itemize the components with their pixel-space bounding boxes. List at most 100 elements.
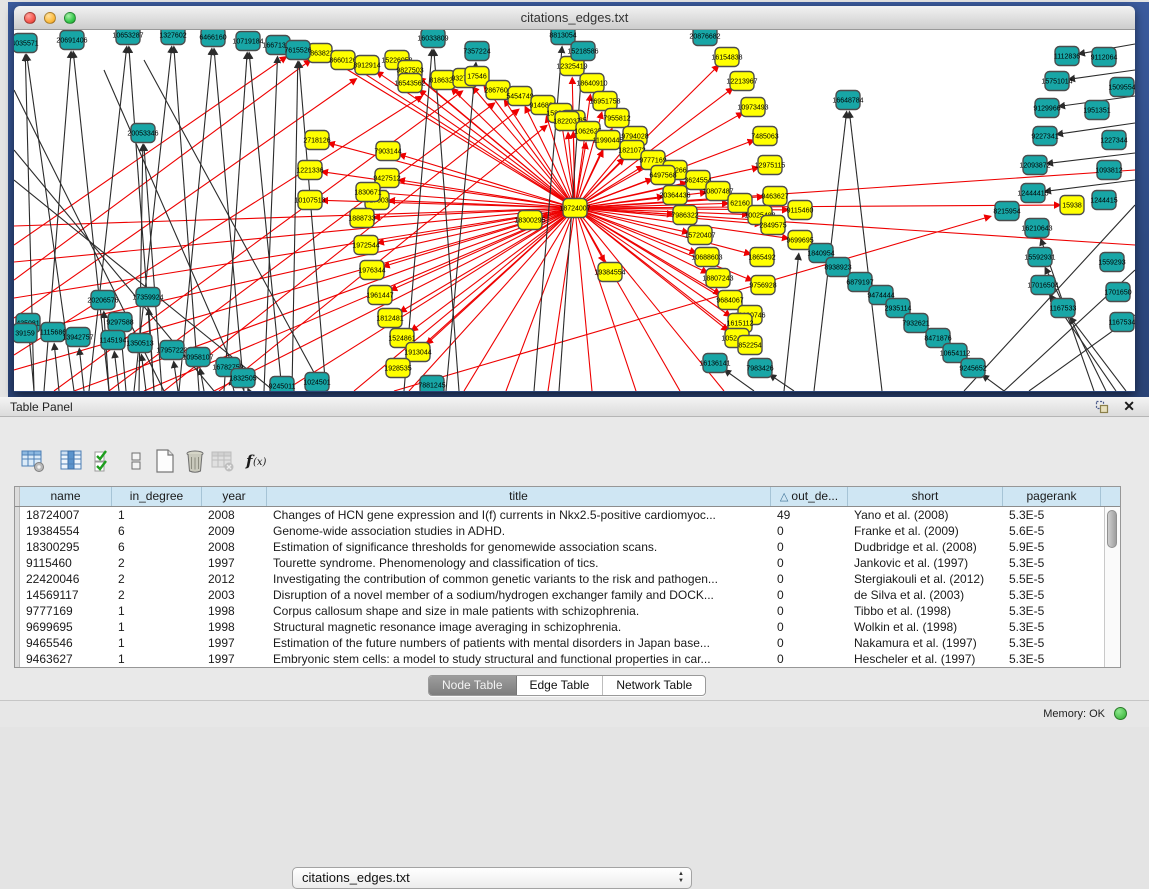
table-cell: 2009 — [202, 523, 267, 539]
table-cell: 1 — [112, 507, 202, 523]
float-panel-icon[interactable] — [1095, 400, 1109, 414]
table-cell: 19384554 — [20, 523, 112, 539]
table-row[interactable]: 946554611997Estimation of the future num… — [15, 635, 1101, 651]
network-window-title: citations_edges.txt — [14, 6, 1135, 29]
sort-ascending-icon: △ — [780, 491, 792, 503]
tab-node-table[interactable]: Node Table — [429, 676, 517, 695]
table-settings-icon[interactable] — [20, 448, 46, 474]
graph-edge — [506, 208, 575, 391]
table-cell: 0 — [771, 635, 848, 651]
select-rows-icon[interactable] — [92, 448, 118, 474]
graph-edge — [54, 344, 59, 391]
show-columns-icon[interactable] — [58, 448, 84, 474]
graph-node-label: 10653287 — [112, 33, 143, 40]
table-panel-header: Table Panel ✕ — [0, 397, 1149, 417]
table-cell: 2012 — [202, 571, 267, 587]
row-height-icon[interactable] — [123, 448, 149, 474]
graph-edge — [575, 208, 680, 391]
close-window-icon[interactable] — [24, 12, 36, 24]
graph-node-label: 15592931 — [1024, 255, 1055, 262]
table-cell: 1998 — [202, 619, 267, 635]
table-cell: 1998 — [202, 603, 267, 619]
network-canvas[interactable]: 1872400778638228660126891291415226058982… — [14, 30, 1135, 391]
graph-node-label: 1244415 — [1090, 198, 1117, 205]
table-cell: 1997 — [202, 651, 267, 667]
table-row[interactable]: 969969511998Structural magnetic resonanc… — [15, 619, 1101, 635]
table-row[interactable]: 2242004622012Investigating the contribut… — [15, 571, 1101, 587]
graph-node-label: 17016504 — [1027, 283, 1058, 290]
network-window: citations_edges.txt 18724007786382286601… — [14, 6, 1135, 392]
graph-node-label: 16951758 — [589, 99, 620, 106]
graph-edge — [575, 208, 636, 391]
column-header-pagerank[interactable]: pagerank — [1003, 487, 1101, 506]
minimize-window-icon[interactable] — [44, 12, 56, 24]
table-cell: Hescheler et al. (1997) — [848, 651, 1003, 667]
graph-node-label: 1913044 — [404, 350, 431, 357]
function-builder-icon[interactable]: f (x) — [244, 448, 270, 474]
column-header-name[interactable]: name — [20, 487, 112, 506]
graph-node-label: 9684067 — [716, 298, 743, 305]
table-row[interactable]: 1456911722003Disruption of a novel membe… — [15, 587, 1101, 603]
graph-node-label: 9297588 — [106, 320, 133, 327]
table-cell: 0 — [771, 555, 848, 571]
graph-node-label: 10688603 — [691, 255, 722, 262]
delete-columns-icon[interactable] — [182, 448, 208, 474]
graph-node-label: 9463627 — [761, 194, 788, 201]
table-cell: Stergiakouli et al. (2012) — [848, 571, 1003, 587]
table-scrollbar[interactable] — [1104, 507, 1120, 667]
graph-node-label: 20206576 — [87, 298, 118, 305]
tab-network-table[interactable]: Network Table — [603, 676, 705, 695]
graph-node-label: 18640910 — [576, 81, 607, 88]
graph-node-label: 15218586 — [567, 49, 598, 56]
graph-edge — [548, 208, 575, 391]
graph-node-label: 17957223 — [156, 348, 187, 355]
table-cell: Wolkin et al. (1998) — [848, 619, 1003, 635]
memory-ok-led-icon[interactable] — [1114, 707, 1127, 720]
table-row[interactable]: 946362711997Embryonic stem cells: a mode… — [15, 651, 1101, 667]
table-cell: 2 — [112, 555, 202, 571]
graph-node-label: 1327602 — [159, 33, 186, 40]
tab-edge-table[interactable]: Edge Table — [517, 676, 604, 695]
graph-node-label: 10654112 — [940, 351, 971, 358]
create-column-icon[interactable] — [152, 448, 178, 474]
graph-node-label: 15720407 — [684, 233, 715, 240]
column-header-title[interactable]: title — [267, 487, 771, 506]
table-selector[interactable]: citations_edges.txt ▲▼ — [292, 867, 692, 889]
table-row[interactable]: 977716911998Corpus callosum shape and si… — [15, 603, 1101, 619]
graph-node-label: 8471876 — [924, 336, 951, 343]
column-header-out_de[interactable]: △ out_de... — [771, 487, 848, 506]
graph-node-label: 6466160 — [199, 35, 226, 42]
table-cell: 2008 — [202, 539, 267, 555]
graph-node-label: 1112836 — [1054, 54, 1080, 61]
table-cell: 1 — [112, 603, 202, 619]
table-cell: 5.3E-5 — [1003, 619, 1101, 635]
table-cell: 14569117 — [20, 587, 112, 603]
column-header-year[interactable]: year — [202, 487, 267, 506]
network-window-titlebar[interactable]: citations_edges.txt — [14, 6, 1135, 30]
graph-edge — [284, 208, 575, 391]
window-controls — [24, 12, 76, 24]
graph-edge — [1045, 180, 1135, 191]
table-cell: 9115460 — [20, 555, 112, 571]
graph-node-label: 7485063 — [751, 134, 778, 141]
table-row[interactable]: 1872400712008Changes of HCN gene express… — [15, 507, 1101, 523]
table-tabs: Node TableEdge TableNetwork Table — [428, 675, 706, 696]
graph-node-label: 7932621 — [902, 321, 929, 328]
table-cell: Disruption of a novel member of a sodium… — [267, 587, 771, 603]
graph-node-label: 18724007 — [559, 206, 590, 213]
graph-node-label: 8912914 — [353, 63, 380, 70]
table-scrollbar-thumb[interactable] — [1107, 510, 1117, 548]
column-header-in_degree[interactable]: in_degree — [112, 487, 202, 506]
graph-node-label: 12093872 — [1019, 163, 1050, 170]
column-header-short[interactable]: short — [848, 487, 1003, 506]
table-cell: 6 — [112, 523, 202, 539]
table-row[interactable]: 1938455462009Genome-wide association stu… — [15, 523, 1101, 539]
table-row[interactable]: 911546021997Tourette syndrome. Phenomeno… — [15, 555, 1101, 571]
table-selector-value: citations_edges.txt — [302, 870, 410, 885]
table-row[interactable]: 1830029562008Estimation of significance … — [15, 539, 1101, 555]
zoom-window-icon[interactable] — [64, 12, 76, 24]
table-cell: Dudbridge et al. (2008) — [848, 539, 1003, 555]
table-cell: 9465546 — [20, 635, 112, 651]
close-panel-icon[interactable]: ✕ — [1123, 398, 1135, 415]
app-root: { "window": { "title": "citations_edges.… — [0, 0, 1149, 727]
